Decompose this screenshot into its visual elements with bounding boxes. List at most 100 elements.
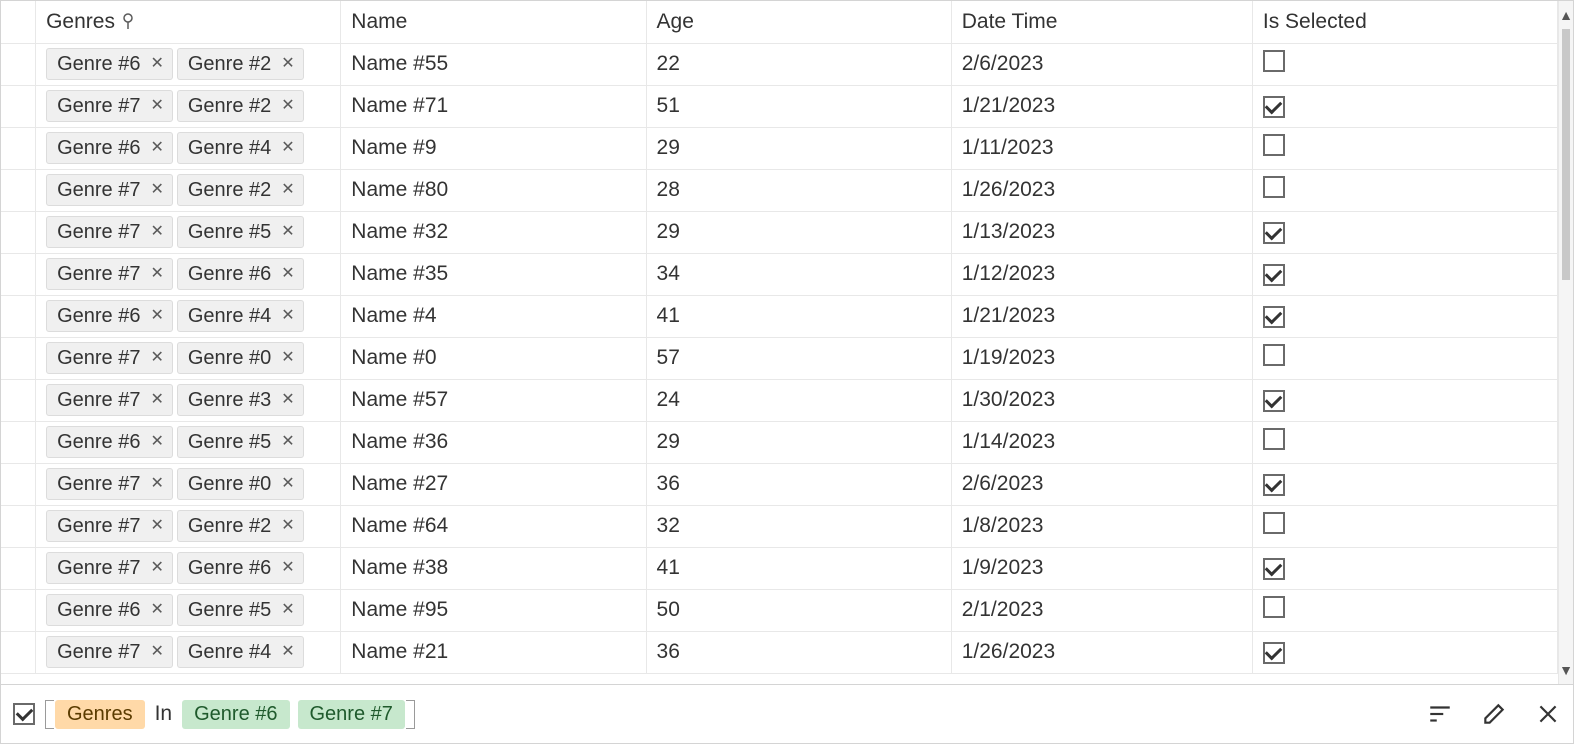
table-row[interactable]: Genre #7✕Genre #5✕Name #32291/13/2023 bbox=[1, 211, 1558, 253]
selected-checkbox[interactable] bbox=[1263, 306, 1285, 328]
genre-tag[interactable]: Genre #4✕ bbox=[177, 636, 304, 668]
col-header-genres[interactable]: Genres bbox=[36, 1, 341, 43]
filter-expression[interactable]: Genres In Genre #6 Genre #7 bbox=[45, 696, 415, 733]
cell-selected[interactable] bbox=[1252, 379, 1557, 421]
cell-genres[interactable]: Genre #7✕Genre #4✕ bbox=[36, 631, 341, 673]
close-icon[interactable]: ✕ bbox=[150, 392, 163, 408]
scroll-up-icon[interactable]: ▲ bbox=[1559, 1, 1573, 29]
close-icon[interactable]: ✕ bbox=[281, 476, 294, 492]
cell-date[interactable]: 1/12/2023 bbox=[951, 253, 1252, 295]
cell-date[interactable]: 1/13/2023 bbox=[951, 211, 1252, 253]
cell-genres[interactable]: Genre #7✕Genre #3✕ bbox=[36, 379, 341, 421]
row-indicator[interactable] bbox=[1, 85, 36, 127]
cell-selected[interactable] bbox=[1252, 547, 1557, 589]
close-icon[interactable]: ✕ bbox=[150, 56, 163, 72]
close-icon[interactable]: ✕ bbox=[150, 560, 163, 576]
cell-selected[interactable] bbox=[1252, 337, 1557, 379]
close-icon[interactable]: ✕ bbox=[281, 602, 294, 618]
vertical-scrollbar[interactable]: ▲ ▼ bbox=[1558, 1, 1573, 684]
selected-checkbox[interactable] bbox=[1263, 474, 1285, 496]
cell-name[interactable]: Name #0 bbox=[341, 337, 646, 379]
genre-tag[interactable]: Genre #5✕ bbox=[177, 216, 304, 248]
cell-selected[interactable] bbox=[1252, 295, 1557, 337]
genre-tag[interactable]: Genre #2✕ bbox=[177, 90, 304, 122]
row-indicator[interactable] bbox=[1, 43, 36, 85]
genre-tag[interactable]: Genre #2✕ bbox=[177, 174, 304, 206]
cell-age[interactable]: 41 bbox=[646, 295, 951, 337]
scroll-down-icon[interactable]: ▼ bbox=[1559, 656, 1573, 684]
selected-checkbox[interactable] bbox=[1263, 134, 1285, 156]
table-row[interactable]: Genre #7✕Genre #0✕Name #27362/6/2023 bbox=[1, 463, 1558, 505]
cell-name[interactable]: Name #21 bbox=[341, 631, 646, 673]
cell-name[interactable]: Name #9 bbox=[341, 127, 646, 169]
table-row[interactable]: Genre #7✕Genre #6✕Name #35341/12/2023 bbox=[1, 253, 1558, 295]
genre-tag[interactable]: Genre #5✕ bbox=[177, 594, 304, 626]
genre-tag[interactable]: Genre #4✕ bbox=[177, 300, 304, 332]
cell-age[interactable]: 29 bbox=[646, 211, 951, 253]
cell-selected[interactable] bbox=[1252, 505, 1557, 547]
cell-selected[interactable] bbox=[1252, 631, 1557, 673]
row-indicator[interactable] bbox=[1, 463, 36, 505]
filter-value-chip[interactable]: Genre #7 bbox=[298, 700, 405, 729]
genre-tag[interactable]: Genre #0✕ bbox=[177, 342, 304, 374]
cell-age[interactable]: 32 bbox=[646, 505, 951, 547]
cell-date[interactable]: 1/26/2023 bbox=[951, 631, 1252, 673]
genre-tag[interactable]: Genre #7✕ bbox=[46, 552, 173, 584]
cell-date[interactable]: 2/6/2023 bbox=[951, 43, 1252, 85]
table-row[interactable]: Genre #7✕Genre #2✕Name #71511/21/2023 bbox=[1, 85, 1558, 127]
cell-name[interactable]: Name #55 bbox=[341, 43, 646, 85]
cell-genres[interactable]: Genre #7✕Genre #2✕ bbox=[36, 85, 341, 127]
genre-tag[interactable]: Genre #7✕ bbox=[46, 174, 173, 206]
cell-genres[interactable]: Genre #6✕Genre #5✕ bbox=[36, 589, 341, 631]
row-indicator[interactable] bbox=[1, 505, 36, 547]
row-indicator[interactable] bbox=[1, 127, 36, 169]
filter-applied-icon[interactable] bbox=[121, 13, 135, 31]
close-icon[interactable]: ✕ bbox=[281, 392, 294, 408]
cell-date[interactable]: 1/11/2023 bbox=[951, 127, 1252, 169]
selected-checkbox[interactable] bbox=[1263, 222, 1285, 244]
cell-date[interactable]: 1/21/2023 bbox=[951, 85, 1252, 127]
genre-tag[interactable]: Genre #6✕ bbox=[177, 552, 304, 584]
cell-date[interactable]: 1/21/2023 bbox=[951, 295, 1252, 337]
genre-tag[interactable]: Genre #7✕ bbox=[46, 90, 173, 122]
close-icon[interactable]: ✕ bbox=[281, 266, 294, 282]
cell-selected[interactable] bbox=[1252, 421, 1557, 463]
selected-checkbox[interactable] bbox=[1263, 642, 1285, 664]
cell-genres[interactable]: Genre #6✕Genre #4✕ bbox=[36, 127, 341, 169]
cell-name[interactable]: Name #36 bbox=[341, 421, 646, 463]
cell-genres[interactable]: Genre #7✕Genre #6✕ bbox=[36, 253, 341, 295]
cell-genres[interactable]: Genre #7✕Genre #6✕ bbox=[36, 547, 341, 589]
cell-genres[interactable]: Genre #7✕Genre #2✕ bbox=[36, 505, 341, 547]
cell-genres[interactable]: Genre #7✕Genre #0✕ bbox=[36, 463, 341, 505]
cell-selected[interactable] bbox=[1252, 463, 1557, 505]
table-row[interactable]: Genre #7✕Genre #0✕Name #0571/19/2023 bbox=[1, 337, 1558, 379]
cell-selected[interactable] bbox=[1252, 589, 1557, 631]
cell-genres[interactable]: Genre #6✕Genre #4✕ bbox=[36, 295, 341, 337]
row-indicator[interactable] bbox=[1, 337, 36, 379]
close-icon[interactable]: ✕ bbox=[281, 98, 294, 114]
cell-selected[interactable] bbox=[1252, 127, 1557, 169]
table-row[interactable]: Genre #6✕Genre #4✕Name #9291/11/2023 bbox=[1, 127, 1558, 169]
close-icon[interactable]: ✕ bbox=[150, 224, 163, 240]
genre-tag[interactable]: Genre #6✕ bbox=[177, 258, 304, 290]
selected-checkbox[interactable] bbox=[1263, 50, 1285, 72]
cell-age[interactable]: 51 bbox=[646, 85, 951, 127]
cell-name[interactable]: Name #64 bbox=[341, 505, 646, 547]
close-icon[interactable]: ✕ bbox=[150, 266, 163, 282]
cell-name[interactable]: Name #38 bbox=[341, 547, 646, 589]
close-icon[interactable]: ✕ bbox=[281, 350, 294, 366]
row-indicator[interactable] bbox=[1, 547, 36, 589]
selected-checkbox[interactable] bbox=[1263, 264, 1285, 286]
cell-date[interactable]: 1/19/2023 bbox=[951, 337, 1252, 379]
close-icon[interactable]: ✕ bbox=[150, 182, 163, 198]
genre-tag[interactable]: Genre #7✕ bbox=[46, 258, 173, 290]
close-icon[interactable]: ✕ bbox=[281, 518, 294, 534]
selected-checkbox[interactable] bbox=[1263, 596, 1285, 618]
cell-date[interactable]: 1/9/2023 bbox=[951, 547, 1252, 589]
genre-tag[interactable]: Genre #5✕ bbox=[177, 426, 304, 458]
close-icon[interactable]: ✕ bbox=[150, 476, 163, 492]
close-icon[interactable]: ✕ bbox=[281, 224, 294, 240]
scroll-track[interactable] bbox=[1559, 29, 1573, 656]
cell-genres[interactable]: Genre #7✕Genre #2✕ bbox=[36, 169, 341, 211]
table-row[interactable]: Genre #6✕Genre #2✕Name #55222/6/2023 bbox=[1, 43, 1558, 85]
